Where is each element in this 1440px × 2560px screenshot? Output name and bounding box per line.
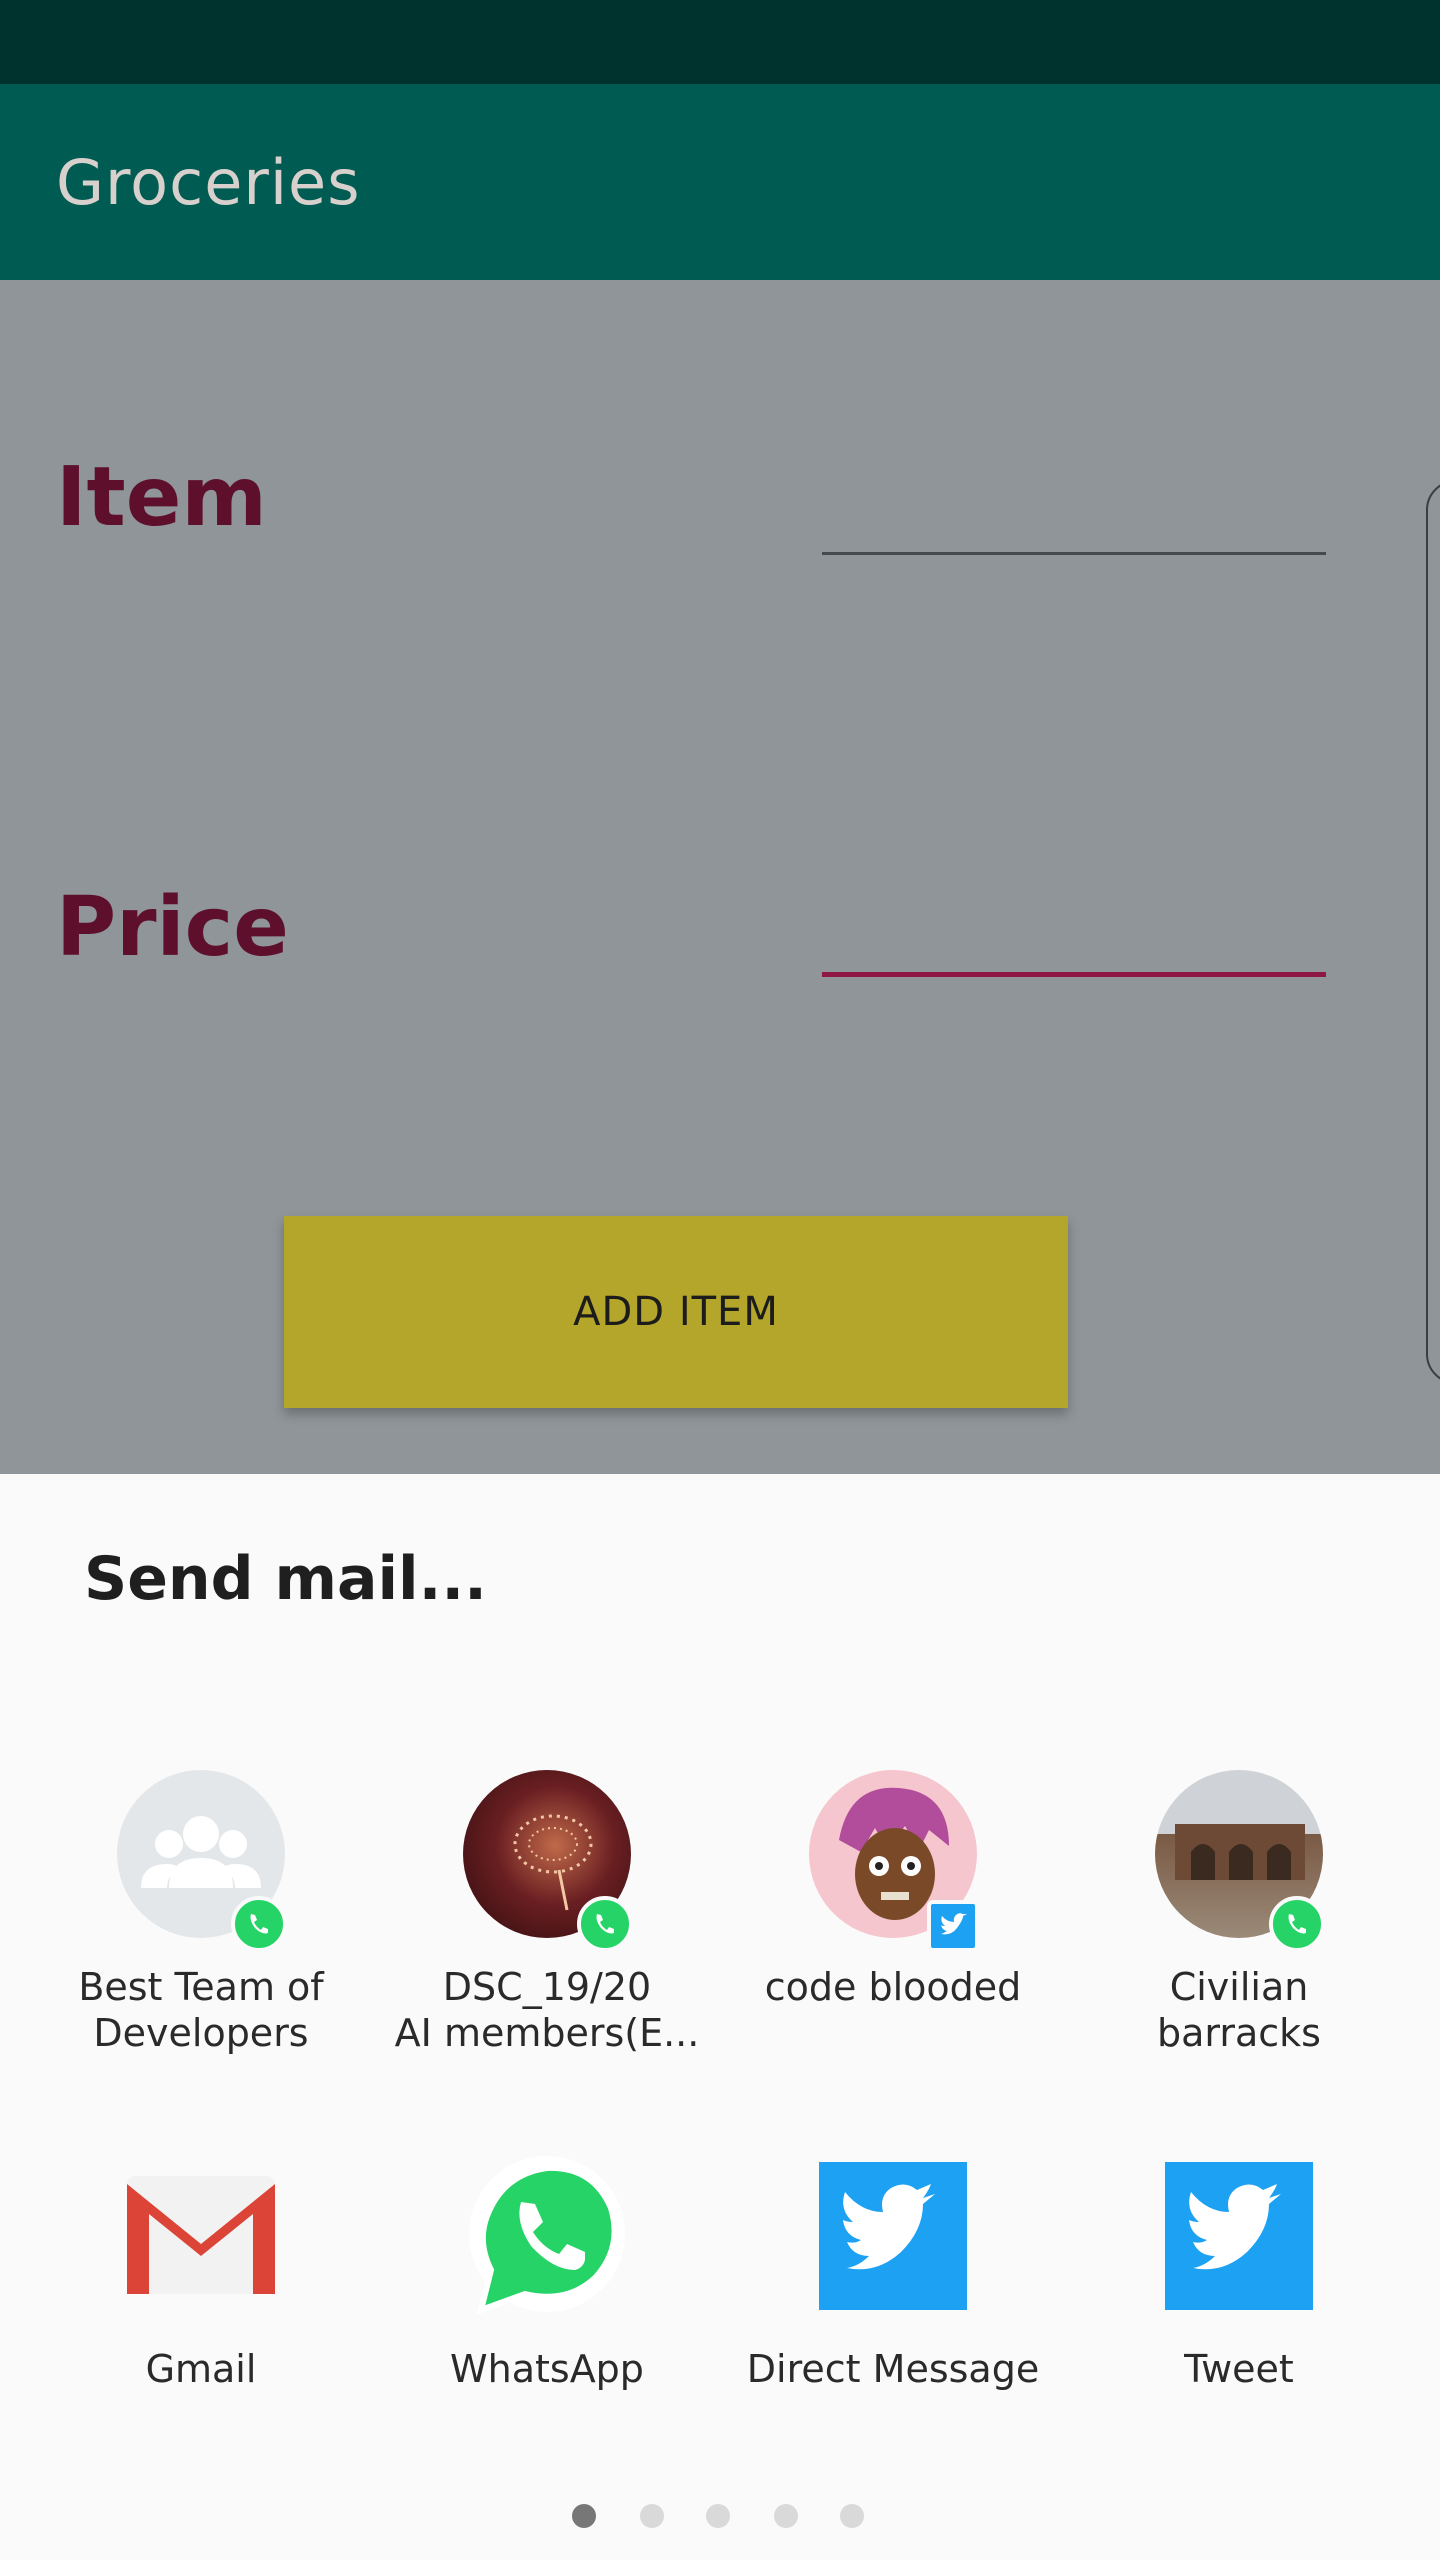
share-sheet-title: Send mail... xyxy=(84,1544,487,1614)
price-input[interactable] xyxy=(822,900,1326,977)
share-target-civilian-barracks[interactable]: Civilian barracks xyxy=(1066,1770,1412,2056)
label-line-1: Civilian xyxy=(1169,1965,1309,2009)
whatsapp-badge-icon xyxy=(1269,1896,1325,1952)
group-avatar xyxy=(117,1770,287,1952)
side-panel-edge xyxy=(1426,480,1440,1384)
label-line-2: AI members(E... xyxy=(394,2011,700,2055)
share-app-whatsapp[interactable]: WhatsApp xyxy=(374,2152,720,2392)
item-input[interactable] xyxy=(822,480,1326,555)
screen: Groceries Item Price ADD ITEM Send mail.… xyxy=(0,0,1440,2560)
share-app-label: Tweet xyxy=(1184,2347,1294,2391)
page-indicator xyxy=(0,2494,1440,2534)
share-target-best-team[interactable]: Best Team of Developers xyxy=(28,1770,374,2056)
item-label: Item xyxy=(56,450,267,545)
label-line-1: code blooded xyxy=(764,1965,1022,2009)
label-line-2: barracks xyxy=(1157,2011,1321,2055)
share-target-label: DSC_19/20 AI members(E... xyxy=(374,1964,720,2056)
share-app-gmail[interactable]: Gmail xyxy=(28,2152,374,2392)
whatsapp-badge-icon xyxy=(231,1896,287,1952)
label-line-1: Best Team of xyxy=(78,1965,324,2009)
page-dot[interactable] xyxy=(840,2504,864,2528)
share-app-direct-message[interactable]: Direct Message xyxy=(720,2152,1066,2392)
gmail-icon xyxy=(117,2152,285,2320)
share-app-label: Direct Message xyxy=(746,2347,1040,2391)
building-avatar xyxy=(1155,1770,1325,1952)
share-target-code-blooded[interactable]: code blooded xyxy=(720,1770,1066,2010)
twitter-icon xyxy=(1155,2152,1323,2320)
page-dot[interactable] xyxy=(706,2504,730,2528)
share-app-tweet[interactable]: Tweet xyxy=(1066,2152,1412,2392)
anime-avatar xyxy=(809,1770,979,1952)
brain-avatar xyxy=(463,1770,633,1952)
label-line-2: Developers xyxy=(93,2011,309,2055)
share-app-label: WhatsApp xyxy=(450,2347,644,2391)
label-line-1: DSC_19/20 xyxy=(442,1965,652,2009)
share-target-dsc-ai[interactable]: DSC_19/20 AI members(E... xyxy=(374,1770,720,2056)
price-label: Price xyxy=(56,880,289,975)
share-target-label: Best Team of Developers xyxy=(28,1964,374,2056)
whatsapp-icon xyxy=(463,2152,631,2320)
twitter-icon xyxy=(809,2152,977,2320)
share-app-label: Gmail xyxy=(145,2347,257,2391)
app-bar: Groceries xyxy=(0,84,1440,280)
share-sheet: Send mail... Best Team of Developers DSC… xyxy=(0,1474,1440,2560)
share-target-label: Civilian barracks xyxy=(1066,1964,1412,2056)
page-dot[interactable] xyxy=(640,2504,664,2528)
page-dot[interactable] xyxy=(774,2504,798,2528)
status-bar xyxy=(0,0,1440,84)
whatsapp-badge-icon xyxy=(577,1896,633,1952)
app-title: Groceries xyxy=(56,146,361,219)
share-target-label: code blooded xyxy=(720,1964,1066,2010)
twitter-badge-icon xyxy=(927,1900,979,1952)
form-area: Item Price ADD ITEM xyxy=(0,280,1440,1474)
page-dot[interactable] xyxy=(572,2504,596,2528)
add-item-button[interactable]: ADD ITEM xyxy=(284,1216,1068,1408)
